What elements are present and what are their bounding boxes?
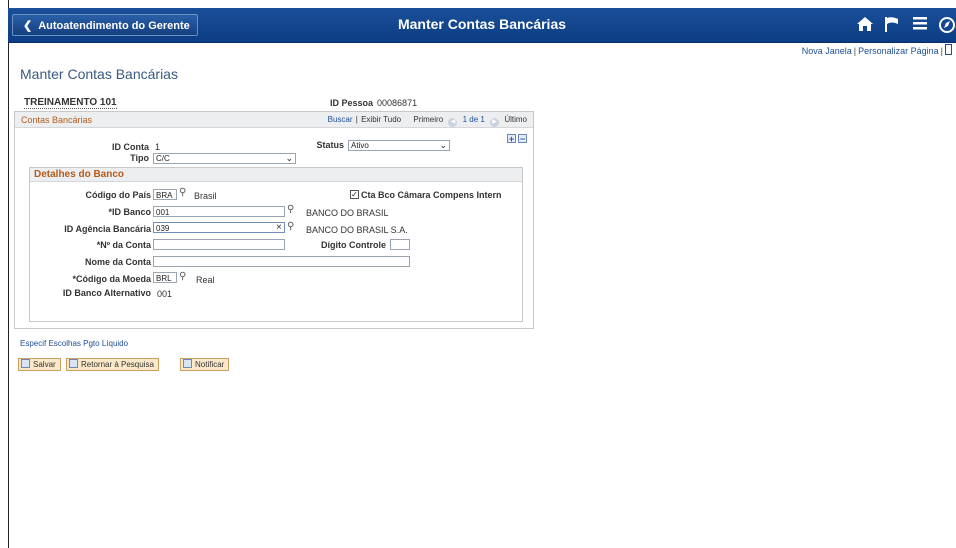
grid-title: Contas Bancárias bbox=[21, 115, 93, 125]
navbar-icon[interactable] bbox=[938, 16, 956, 38]
last-label[interactable]: Último bbox=[504, 115, 527, 124]
first-label[interactable]: Primeiro bbox=[413, 115, 443, 124]
branch-description: BANCO DO BRASIL S.A. bbox=[306, 225, 408, 235]
status-select[interactable]: Ativo ⌄ bbox=[348, 140, 450, 151]
search-icon[interactable]: ⚲ bbox=[287, 204, 294, 215]
top-navigation-bar: ❮ Autoatendimento do Gerente Manter Conta… bbox=[8, 8, 956, 43]
type-select-value: C/C bbox=[156, 154, 170, 163]
branch-id-input[interactable]: 039 bbox=[153, 222, 285, 233]
delete-row-icon[interactable]: − bbox=[518, 134, 527, 144]
add-row-icon[interactable]: + bbox=[507, 134, 516, 144]
page-title: Manter Contas Bancárias bbox=[20, 66, 178, 82]
person-id-label: ID Pessoa bbox=[330, 98, 374, 108]
chevron-down-icon: ⌄ bbox=[439, 140, 447, 150]
save-button-label: Salvar bbox=[33, 360, 56, 369]
bank-id-label: *ID Banco bbox=[108, 207, 151, 217]
payment-elections-link[interactable]: Especif Escolhas Pgto Líquido bbox=[20, 339, 128, 348]
currency-description: Real bbox=[196, 275, 215, 285]
account-id-value: 1 bbox=[155, 142, 161, 152]
account-id-label: ID Conta bbox=[112, 142, 149, 152]
bank-description: BANCO DO BRASIL bbox=[306, 208, 389, 218]
country-code-input[interactable]: BRA bbox=[153, 189, 177, 200]
search-icon[interactable]: ⚲ bbox=[179, 271, 186, 282]
search-icon[interactable]: ⚲ bbox=[287, 221, 294, 232]
currency-code-label: *Código da Moeda bbox=[72, 274, 152, 284]
employee-name: TREINAMENTO 101 bbox=[24, 97, 117, 109]
home-icon[interactable] bbox=[856, 16, 874, 36]
return-button-label: Retornar à Pesquisa bbox=[81, 360, 154, 369]
app-title: Manter Contas Bancárias bbox=[397, 16, 567, 32]
type-label: Tipo bbox=[130, 153, 149, 163]
branch-id-label: ID Agência Bancária bbox=[64, 224, 151, 234]
status-label: Status bbox=[316, 140, 344, 150]
country-code-label: Código do País bbox=[85, 190, 151, 200]
return-to-search-button[interactable]: Retornar à Pesquisa bbox=[66, 358, 159, 371]
account-number-label: *Nº da Conta bbox=[96, 240, 151, 250]
notify-button[interactable]: Notificar bbox=[180, 358, 230, 371]
alternate-bank-id-label: ID Banco Alternativo bbox=[62, 288, 151, 298]
next-icon[interactable]: ▶ bbox=[490, 118, 500, 127]
check-digit-label: Dígito Controle bbox=[321, 240, 386, 250]
clearing-account-label: Cta Bco Câmara Compens Intern bbox=[361, 190, 502, 200]
page-links: Nova Janela | Personalizar Página | bbox=[802, 44, 952, 56]
clearing-account-checkbox[interactable]: ✓ bbox=[350, 190, 359, 199]
grid-header: Contas Bancárias Buscar | Exibir Tudo Pr… bbox=[15, 112, 533, 128]
show-all-link[interactable]: Exibir Tudo bbox=[361, 115, 401, 124]
chevron-down-icon: ⌄ bbox=[285, 153, 293, 163]
new-window-link[interactable]: Nova Janela bbox=[802, 46, 852, 56]
save-button[interactable]: Salvar bbox=[18, 358, 61, 371]
bank-details-header: Detalhes do Banco bbox=[30, 168, 522, 182]
grid-navigation: Buscar | Exibir Tudo Primeiro ◀ 1 de 1 ▶… bbox=[327, 115, 527, 127]
overflow-icon[interactable] bbox=[945, 44, 952, 55]
save-icon bbox=[21, 359, 30, 368]
flag-icon[interactable] bbox=[884, 16, 900, 37]
notify-icon bbox=[183, 359, 192, 368]
person-id-value: 00086871 bbox=[377, 98, 418, 108]
currency-code-input[interactable]: BRL bbox=[153, 272, 177, 283]
bank-details-title: Detalhes do Banco bbox=[34, 169, 125, 180]
status-select-value: Ativo bbox=[351, 141, 369, 150]
search-link[interactable]: Buscar bbox=[328, 115, 353, 124]
type-select[interactable]: C/C ⌄ bbox=[153, 153, 296, 164]
account-name-input[interactable] bbox=[153, 256, 410, 267]
return-icon bbox=[69, 359, 78, 368]
menu-icon[interactable] bbox=[913, 16, 927, 34]
alternate-bank-id-value: 001 bbox=[157, 289, 173, 299]
bank-id-input[interactable]: 001 bbox=[153, 206, 285, 217]
check-digit-input[interactable] bbox=[390, 239, 410, 250]
row-counter: 1 de 1 bbox=[462, 115, 485, 124]
previous-icon[interactable]: ◀ bbox=[448, 118, 458, 127]
person-id: ID Pessoa 00086871 bbox=[330, 98, 417, 108]
clear-icon[interactable]: × bbox=[276, 222, 282, 233]
search-icon[interactable]: ⚲ bbox=[179, 187, 186, 198]
personalize-page-link[interactable]: Personalizar Página bbox=[858, 46, 939, 56]
account-number-input[interactable] bbox=[153, 239, 285, 250]
notify-button-label: Notificar bbox=[195, 360, 225, 369]
country-description: Brasil bbox=[194, 191, 217, 201]
account-name-label: Nome da Conta bbox=[84, 257, 151, 267]
